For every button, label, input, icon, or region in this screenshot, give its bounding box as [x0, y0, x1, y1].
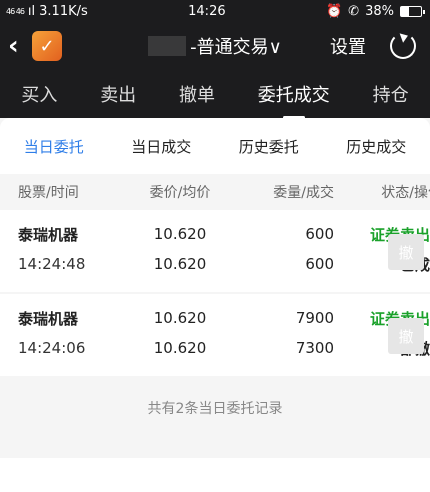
- settings-button[interactable]: 设置: [330, 33, 366, 59]
- tab-orders[interactable]: 委托成交: [252, 81, 336, 107]
- top-header: 46 46 ıl 3.11K/s 14:26 ⏰ ✆ 38% ‹ ✓ -普通交易…: [0, 0, 430, 118]
- order-time: 14:24:48: [18, 255, 86, 273]
- clock: 14:26: [188, 3, 226, 19]
- col-price: 委价/均价: [149, 185, 211, 201]
- table-header: 股票/时间 委价/均价 委量/成交 状态/操作: [0, 174, 430, 210]
- tab-buy[interactable]: 买入: [15, 81, 63, 107]
- redacted-account: [148, 36, 187, 56]
- order-price: 10.620: [153, 309, 207, 327]
- record-count: 共有2条当日委托记录: [147, 401, 283, 417]
- order-qty: 600: [305, 225, 334, 243]
- order-time: 14:24:06: [18, 339, 86, 357]
- cancel-order-button[interactable]: 撤: [388, 234, 424, 270]
- status-bar: 46 46 ıl 3.11K/s 14:26 ⏰ ✆ 38%: [0, 0, 430, 22]
- cancel-order-button[interactable]: 撤: [388, 318, 424, 354]
- order-price: 10.620: [153, 225, 207, 243]
- back-icon[interactable]: ‹: [8, 31, 28, 61]
- battery-icon: [399, 5, 425, 17]
- subtab-today-deals[interactable]: 当日成交: [131, 136, 191, 157]
- table-row[interactable]: 泰瑞机器 10.620 600 证券卖出 14:24:48 10.620 600…: [0, 210, 430, 292]
- title-bar: ‹ ✓ -普通交易∨ 设置: [0, 22, 430, 70]
- subtab-today-orders[interactable]: 当日委托: [24, 136, 84, 157]
- subtab-history-orders[interactable]: 历史委托: [239, 136, 299, 157]
- stock-name: 泰瑞机器: [18, 225, 79, 244]
- empty-area: [0, 458, 430, 492]
- col-status: 状态/操作: [381, 185, 430, 201]
- filled-qty: 7300: [295, 339, 334, 357]
- avg-price: 10.620: [153, 255, 207, 273]
- sub-tabs: 当日委托 当日成交 历史委托 历史成交: [0, 118, 430, 174]
- refresh-icon[interactable]: [390, 33, 416, 59]
- signal-bars-icon: ıl: [27, 3, 36, 19]
- alarm-icon: ⏰: [325, 3, 343, 19]
- col-volume: 委量/成交: [273, 185, 334, 201]
- stock-name: 泰瑞机器: [18, 309, 79, 328]
- content-panel: 当日委托 当日成交 历史委托 历史成交 股票/时间 委价/均价 委量/成交 状态…: [0, 118, 430, 492]
- tab-positions[interactable]: 持仓: [367, 81, 415, 107]
- subtab-history-deals[interactable]: 历史成交: [346, 136, 406, 157]
- hd-call-icon: ✆: [348, 3, 360, 19]
- order-qty: 7900: [295, 309, 334, 327]
- network-speed: 3.11K/s: [39, 3, 88, 19]
- trade-type-dropdown[interactable]: -普通交易∨: [190, 33, 282, 59]
- avg-price: 10.620: [153, 339, 207, 357]
- col-stock-time: 股票/时间: [18, 185, 79, 201]
- battery-fill: [400, 6, 409, 16]
- tab-sell[interactable]: 卖出: [94, 81, 142, 107]
- table-row[interactable]: 泰瑞机器 10.620 7900 证券卖出 14:24:06 10.620 73…: [0, 294, 430, 376]
- signal-icon: 46 46: [6, 6, 25, 16]
- tab-cancel[interactable]: 撤单: [173, 81, 221, 107]
- filled-qty: 600: [305, 255, 334, 273]
- app-logo: ✓: [32, 31, 62, 61]
- battery-percent: 38%: [365, 3, 394, 19]
- main-tabs: 买入 卖出 撤单 委托成交 持仓: [0, 70, 430, 118]
